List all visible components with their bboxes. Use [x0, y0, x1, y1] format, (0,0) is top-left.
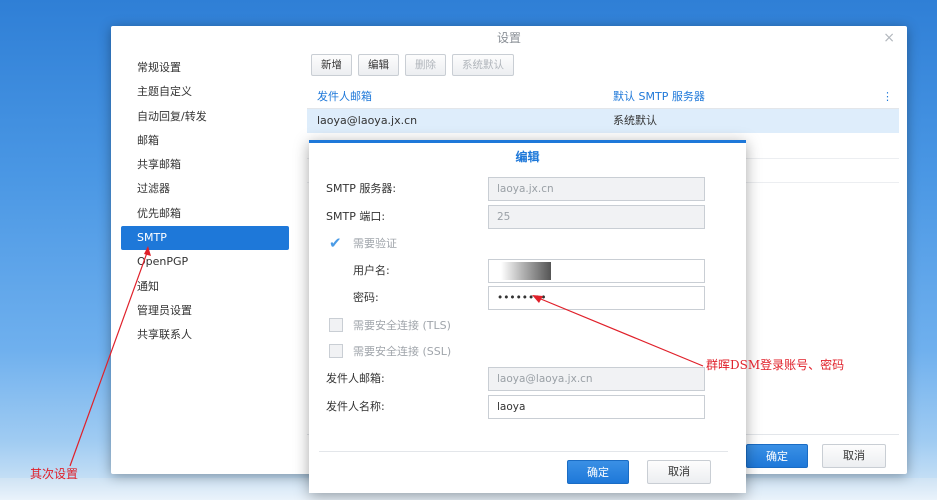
- sender-name-label: 发件人名称:: [326, 400, 385, 413]
- edit-button[interactable]: 编辑: [358, 54, 399, 76]
- dialog-footer-divider: [319, 451, 728, 452]
- smtp-port-label: SMTP 端口:: [326, 210, 386, 223]
- smtp-server-label: SMTP 服务器:: [326, 182, 397, 195]
- sidebar-item-priority[interactable]: 优先邮箱: [121, 202, 289, 226]
- window-title: 设置: [496, 31, 521, 45]
- row-sender: laoya@laoya.jx.cn: [317, 114, 418, 127]
- close-icon[interactable]: ×: [883, 30, 895, 46]
- password-input[interactable]: ••••••••: [488, 286, 705, 310]
- grid-header: 发件人邮箱 默认 SMTP 服务器 ⋮: [307, 86, 899, 109]
- sidebar-item-admin[interactable]: 管理员设置: [121, 299, 289, 323]
- table-row[interactable]: laoya@laoya.jx.cn 系统默认: [307, 109, 899, 133]
- smtp-port-row: SMTP 端口: 25: [309, 205, 746, 229]
- sidebar-item-shared-mailbox[interactable]: 共享邮箱: [121, 153, 289, 177]
- ssl-row: 需要安全连接 (SSL): [309, 340, 746, 364]
- smtp-grid: 发件人邮箱 默认 SMTP 服务器 ⋮ laoya@laoya.jx.cn 系统…: [307, 86, 899, 133]
- sender-name-input[interactable]: laoya: [488, 395, 705, 419]
- sender-email-row: 发件人邮箱: laoya@laoya.jx.cn: [309, 367, 746, 391]
- sidebar-item-filter[interactable]: 过滤器: [121, 177, 289, 201]
- password-label: 密码:: [353, 291, 379, 304]
- delete-button[interactable]: 删除: [405, 54, 446, 76]
- ssl-checkbox[interactable]: [329, 344, 343, 358]
- sidebar-item-notification[interactable]: 通知: [121, 275, 289, 299]
- auth-label: 需要验证: [353, 237, 397, 250]
- sidebar-item-auto-reply[interactable]: 自动回复/转发: [121, 105, 289, 129]
- edit-dialog: 编辑 SMTP 服务器: laoya.jx.cn SMTP 端口: 25 ✔ 需…: [309, 140, 746, 493]
- column-header-sender[interactable]: 发件人邮箱: [317, 86, 372, 108]
- window-cancel-button[interactable]: 取消: [822, 444, 886, 468]
- tls-checkbox[interactable]: [329, 318, 343, 332]
- window-ok-button[interactable]: 确定: [746, 444, 808, 468]
- sender-name-row: 发件人名称: laoya: [309, 395, 746, 419]
- auth-row: ✔ 需要验证: [309, 232, 746, 256]
- system-default-button[interactable]: 系统默认: [452, 54, 514, 76]
- sidebar: 常规设置 主题自定义 自动回复/转发 邮箱 共享邮箱 过滤器 优先邮箱 SMTP…: [121, 56, 289, 348]
- dialog-ok-button[interactable]: 确定: [567, 460, 629, 484]
- sidebar-item-general[interactable]: 常规设置: [121, 56, 289, 80]
- sidebar-item-mailbox[interactable]: 邮箱: [121, 129, 289, 153]
- sidebar-item-openpgp[interactable]: OpenPGP: [121, 250, 289, 274]
- sidebar-item-smtp[interactable]: SMTP: [121, 226, 289, 251]
- dialog-cancel-button[interactable]: 取消: [647, 460, 711, 484]
- annotation-right: 群晖DSM登录账号、密码: [706, 358, 845, 372]
- smtp-server-input[interactable]: laoya.jx.cn: [488, 177, 705, 201]
- tls-row: 需要安全连接 (TLS): [309, 314, 746, 338]
- sidebar-item-shared-contacts[interactable]: 共享联系人: [121, 323, 289, 347]
- username-input[interactable]: [488, 259, 705, 283]
- row-server: 系统默认: [613, 114, 657, 127]
- smtp-port-input[interactable]: 25: [488, 205, 705, 229]
- annotation-left: 其次设置: [30, 467, 79, 481]
- dialog-title: 编辑: [515, 150, 540, 164]
- toolbar: 新增 编辑 删除 系统默认: [311, 54, 514, 76]
- username-label: 用户名:: [353, 264, 390, 277]
- new-button[interactable]: 新增: [311, 54, 352, 76]
- username-row: 用户名:: [309, 259, 746, 283]
- sender-email-input[interactable]: laoya@laoya.jx.cn: [488, 367, 705, 391]
- smtp-server-row: SMTP 服务器: laoya.jx.cn: [309, 177, 746, 201]
- auth-checkbox[interactable]: ✔: [329, 236, 343, 251]
- column-menu-icon[interactable]: ⋮: [882, 86, 893, 108]
- sidebar-item-theme[interactable]: 主题自定义: [121, 80, 289, 104]
- username-redacted: [501, 262, 551, 280]
- sender-email-label: 发件人邮箱:: [326, 372, 385, 385]
- ssl-label: 需要安全连接 (SSL): [353, 345, 452, 358]
- password-row: 密码: ••••••••: [309, 286, 746, 310]
- tls-label: 需要安全连接 (TLS): [353, 319, 451, 332]
- column-header-server[interactable]: 默认 SMTP 服务器: [613, 86, 705, 108]
